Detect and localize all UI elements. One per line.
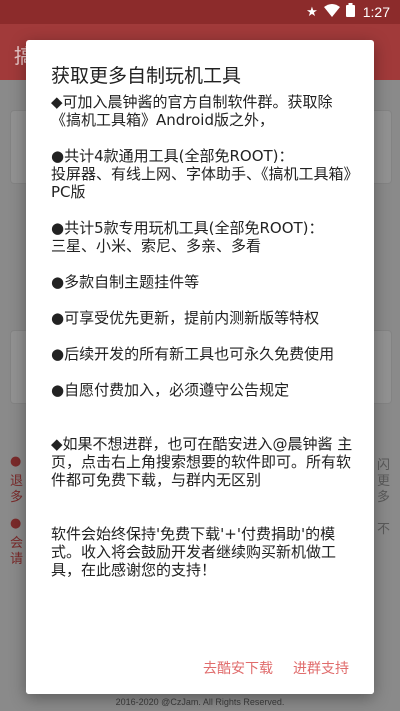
battery-icon <box>345 3 355 21</box>
background-text: 多 <box>10 490 24 505</box>
join-group-button[interactable]: 进群支持 <box>293 658 349 678</box>
copyright-footer: 2016-2020 @CzJam. All Rights Reserved. <box>115 697 285 707</box>
wifi-icon <box>323 3 340 21</box>
dialog-actions: 去酷安下载 进群支持 <box>26 640 374 694</box>
dialog-body[interactable]: ◆可加入晨钟酱的官方自制软件群。获取除《搞机工具箱》Android版之外， ●共… <box>51 93 355 635</box>
dialog-title: 获取更多自制玩机工具 <box>51 65 242 87</box>
background-text: ● <box>10 516 22 531</box>
background-text: ● <box>10 454 22 469</box>
dialog-paragraph: ◆如果不想进群，也可在酷安进入@晨钟酱 主页，点击右上角搜索想要的软件即可。所有… <box>51 435 353 489</box>
star-icon: ★ <box>306 4 318 20</box>
dialog-paragraph: 软件会始终保持'免费下载'+'付费捐助'的模式。收入将会鼓励开发者继续购买新机做… <box>51 525 337 579</box>
background-text: 不 <box>377 522 391 537</box>
dialog-paragraph: ◆可加入晨钟酱的官方自制软件群。获取除《搞机工具箱》Android版之外， <box>51 93 333 129</box>
status-time: 1:27 <box>362 4 390 20</box>
dialog-paragraph: ●多款自制主题挂件等 <box>51 273 200 291</box>
dialog-paragraph: ●后续开发的所有新工具也可永久免费使用 <box>51 345 335 363</box>
coolapk-download-button[interactable]: 去酷安下载 <box>203 658 273 678</box>
status-bar: ★ 1:27 <box>0 0 400 24</box>
dialog-paragraph: ●可享受优先更新，提前内测新版等特权 <box>51 309 320 327</box>
background-text: 请 <box>10 552 24 567</box>
background-text: 多 <box>377 490 391 505</box>
dialog-paragraph: ●共计5款专用玩机工具(全部免ROOT)： 三星、小米、索尼、多亲、多看 <box>51 219 324 255</box>
dialog-paragraph: ●共计4款通用工具(全部免ROOT)： 投屏器、有线上网、字体助手、《搞机工具箱… <box>51 147 352 201</box>
info-dialog: 获取更多自制玩机工具 ◆可加入晨钟酱的官方自制软件群。获取除《搞机工具箱》And… <box>26 40 374 694</box>
dialog-paragraph: ●自愿付费加入，必须遵守公告规定 <box>51 381 290 399</box>
